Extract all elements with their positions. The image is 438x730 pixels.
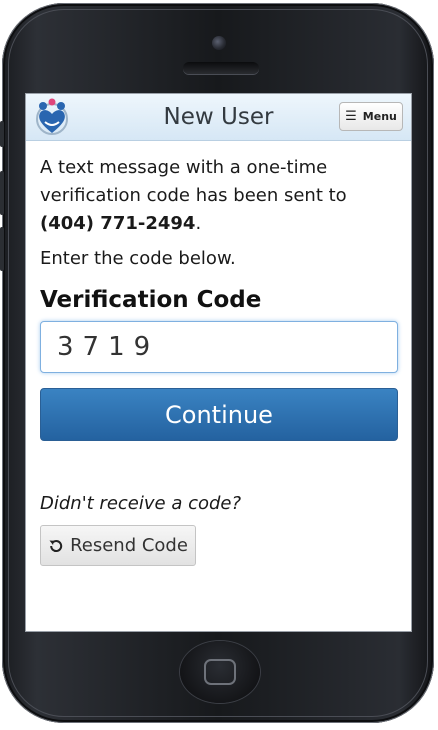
- volume-up-button: [0, 171, 4, 215]
- sent-message: A text message with a one-time verificat…: [40, 154, 400, 238]
- app-screen: New User ☰ Menu A text message with a on…: [25, 93, 412, 632]
- app-header: New User ☰ Menu: [26, 94, 411, 141]
- earpiece-speaker: [183, 62, 259, 74]
- continue-button[interactable]: Continue: [40, 388, 398, 441]
- phone-number: (404) 771-2494: [40, 213, 196, 234]
- mute-switch: [0, 121, 4, 147]
- verification-code-input[interactable]: [40, 321, 398, 373]
- volume-down-button: [0, 227, 4, 271]
- instruction-text: Enter the code below.: [40, 248, 236, 269]
- hamburger-icon: ☰: [345, 109, 357, 124]
- front-camera: [212, 36, 226, 50]
- phone-frame: New User ☰ Menu A text message with a on…: [0, 3, 434, 723]
- home-button[interactable]: [180, 641, 260, 703]
- no-code-prompt: Didn't receive a code?: [40, 493, 242, 514]
- resend-code-label: Resend Code: [70, 535, 188, 556]
- sent-message-suffix: .: [195, 213, 202, 234]
- refresh-icon: [49, 539, 63, 552]
- main-content: A text message with a one-time verificat…: [40, 154, 400, 566]
- verification-code-label: Verification Code: [40, 287, 262, 313]
- menu-label: Menu: [362, 110, 397, 123]
- menu-button[interactable]: ☰ Menu: [339, 102, 403, 131]
- resend-code-button[interactable]: Resend Code: [40, 525, 196, 566]
- sent-message-text: A text message with a one-time verificat…: [40, 157, 347, 206]
- home-square-icon: [204, 659, 236, 685]
